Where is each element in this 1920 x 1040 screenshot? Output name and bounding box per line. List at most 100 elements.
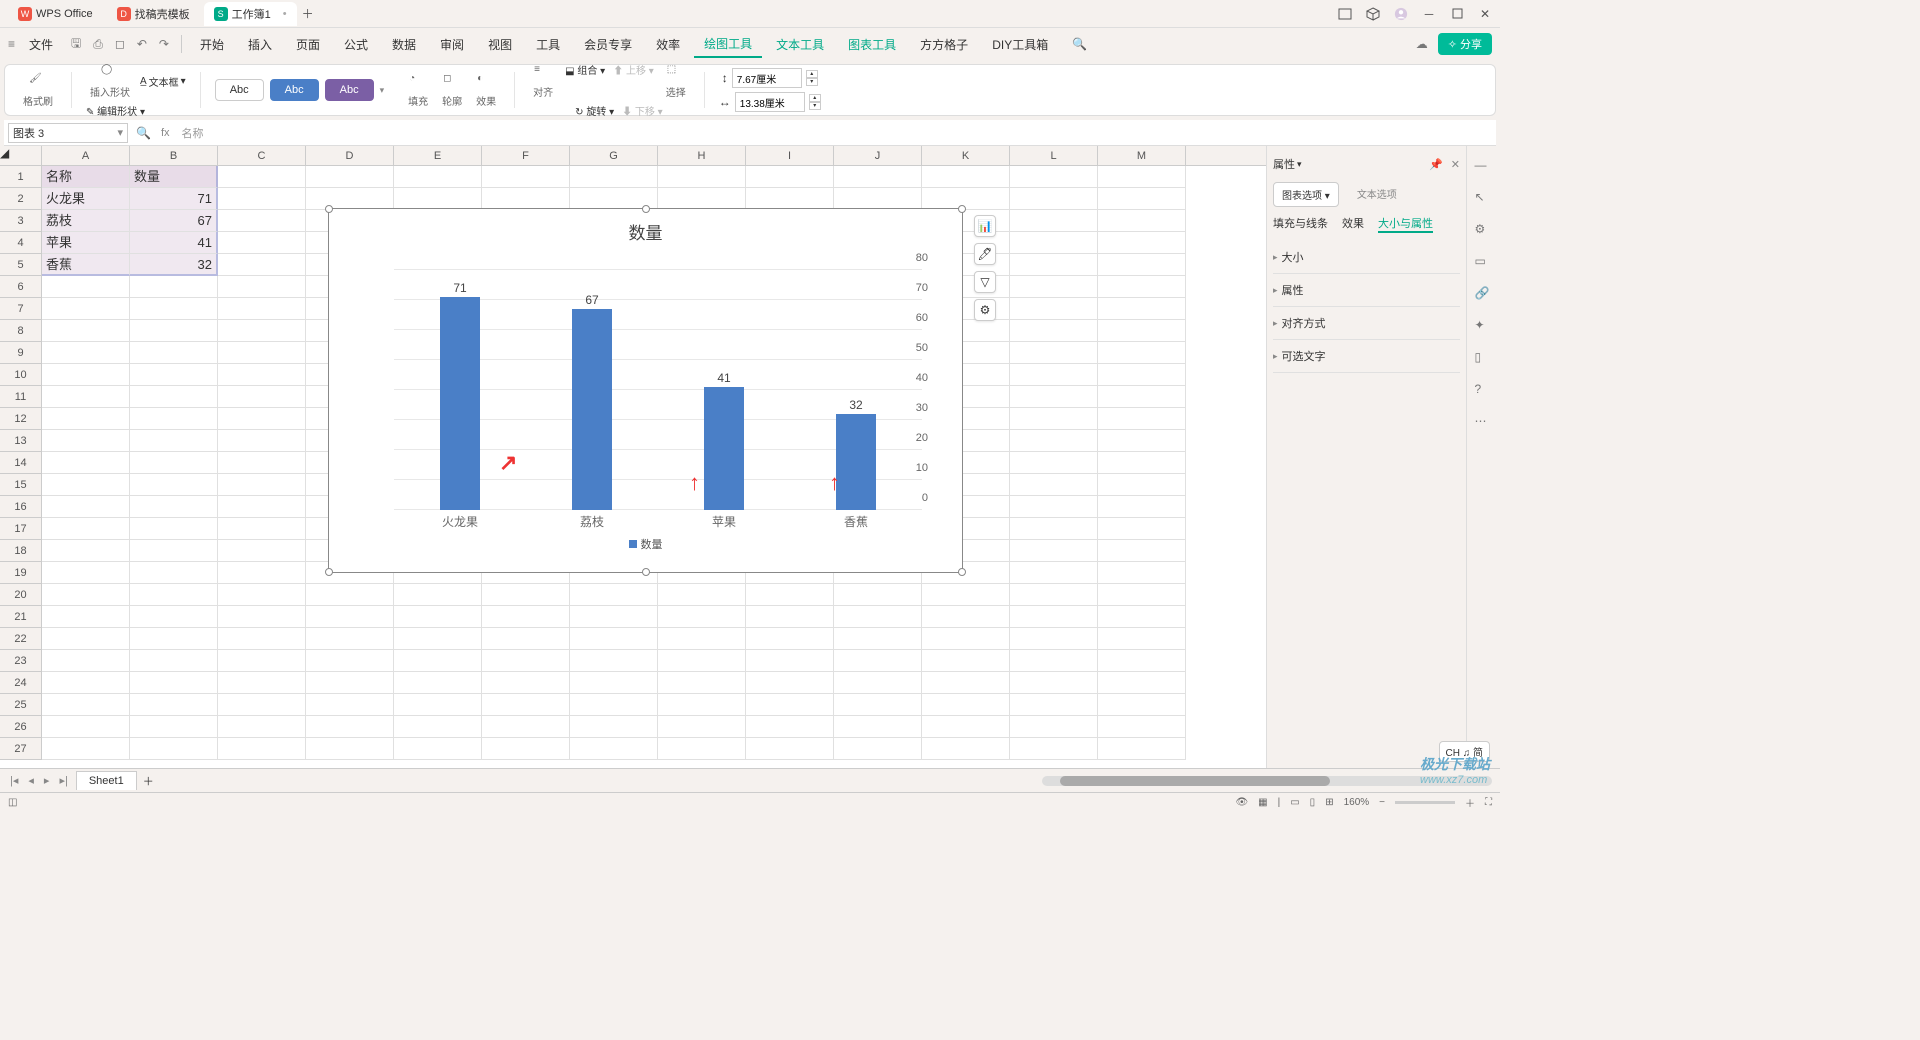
cell[interactable] bbox=[482, 584, 570, 606]
help-icon[interactable]: ? bbox=[1475, 382, 1493, 400]
cell[interactable] bbox=[482, 672, 570, 694]
cell[interactable] bbox=[1098, 320, 1186, 342]
cell[interactable]: 71 bbox=[130, 188, 218, 210]
chart-title[interactable]: 数量 bbox=[329, 209, 962, 250]
cell[interactable]: 火龙果 bbox=[42, 188, 130, 210]
cell[interactable] bbox=[130, 386, 218, 408]
chart-object[interactable]: 数量 0102030405060708071674132火龙果荔枝苹果香蕉↗↑↑… bbox=[328, 208, 963, 573]
spin-down[interactable]: ▾ bbox=[806, 78, 818, 86]
cell[interactable] bbox=[570, 584, 658, 606]
cell[interactable] bbox=[1098, 496, 1186, 518]
grid-icon[interactable]: ▦ bbox=[1258, 797, 1267, 808]
cell[interactable] bbox=[1010, 738, 1098, 760]
cell[interactable] bbox=[394, 606, 482, 628]
cell[interactable] bbox=[658, 716, 746, 738]
cell[interactable] bbox=[922, 166, 1010, 188]
cell[interactable] bbox=[834, 606, 922, 628]
cell[interactable] bbox=[42, 716, 130, 738]
settings-icon[interactable]: ⚙ bbox=[1475, 222, 1493, 240]
cell[interactable] bbox=[42, 584, 130, 606]
cell[interactable] bbox=[42, 694, 130, 716]
cell[interactable] bbox=[1010, 452, 1098, 474]
cell[interactable]: 荔枝 bbox=[42, 210, 130, 232]
cell[interactable] bbox=[1098, 386, 1186, 408]
cell[interactable] bbox=[218, 298, 306, 320]
menu-item[interactable]: 公式 bbox=[334, 32, 378, 57]
menu-file[interactable]: 文件 bbox=[19, 32, 63, 57]
bar-group[interactable]: 41 bbox=[658, 371, 790, 510]
cell[interactable] bbox=[1098, 232, 1186, 254]
name-box[interactable]: 图表 3▾ bbox=[8, 123, 128, 143]
cell[interactable] bbox=[658, 650, 746, 672]
cursor-icon[interactable]: ↖ bbox=[1475, 190, 1493, 208]
cell[interactable] bbox=[922, 672, 1010, 694]
book-icon[interactable]: ▯ bbox=[1475, 350, 1493, 368]
style-preset-2[interactable]: Abc bbox=[270, 79, 319, 101]
cell[interactable] bbox=[570, 166, 658, 188]
style-more-icon[interactable]: ▾ bbox=[380, 85, 385, 96]
eye-icon[interactable]: 👁 bbox=[1235, 797, 1248, 808]
cell[interactable] bbox=[130, 672, 218, 694]
cell[interactable] bbox=[746, 628, 834, 650]
cell[interactable] bbox=[218, 430, 306, 452]
cell[interactable] bbox=[306, 716, 394, 738]
cell[interactable] bbox=[1098, 738, 1186, 760]
menu-item[interactable]: 会员专享 bbox=[574, 32, 642, 57]
cell[interactable] bbox=[394, 716, 482, 738]
menu-drawing-tools[interactable]: 绘图工具 bbox=[694, 31, 762, 58]
cell[interactable] bbox=[1098, 298, 1186, 320]
row-header[interactable]: 1 bbox=[0, 166, 42, 188]
section-props[interactable]: ▸属性 bbox=[1273, 274, 1460, 307]
menu-item[interactable]: 视图 bbox=[478, 32, 522, 57]
chart-style-button[interactable]: 🖊 bbox=[974, 243, 996, 265]
cell[interactable] bbox=[218, 628, 306, 650]
row-header[interactable]: 22 bbox=[0, 628, 42, 650]
cell[interactable] bbox=[306, 672, 394, 694]
cell[interactable] bbox=[42, 342, 130, 364]
cell[interactable] bbox=[1098, 342, 1186, 364]
format-painter-button[interactable]: 🖌格式刷 bbox=[19, 71, 57, 110]
close-button[interactable]: ✕ bbox=[1478, 7, 1492, 21]
cell[interactable] bbox=[130, 320, 218, 342]
section-alttext[interactable]: ▸可选文字 bbox=[1273, 340, 1460, 373]
row-header[interactable]: 10 bbox=[0, 364, 42, 386]
col-header[interactable]: J bbox=[834, 146, 922, 165]
cell[interactable] bbox=[746, 166, 834, 188]
row-header[interactable]: 15 bbox=[0, 474, 42, 496]
sparkle-icon[interactable]: ✦ bbox=[1475, 318, 1493, 336]
cell[interactable] bbox=[1098, 672, 1186, 694]
cell[interactable] bbox=[394, 628, 482, 650]
select-all-corner[interactable]: ◢ bbox=[0, 146, 42, 165]
cell[interactable] bbox=[394, 584, 482, 606]
cell[interactable] bbox=[1010, 320, 1098, 342]
cell[interactable] bbox=[130, 452, 218, 474]
menu-item[interactable]: 数据 bbox=[382, 32, 426, 57]
cell[interactable] bbox=[130, 518, 218, 540]
row-header[interactable]: 11 bbox=[0, 386, 42, 408]
cell[interactable] bbox=[922, 584, 1010, 606]
cell[interactable] bbox=[1010, 496, 1098, 518]
cell[interactable] bbox=[394, 672, 482, 694]
cell[interactable] bbox=[394, 650, 482, 672]
row-header[interactable]: 12 bbox=[0, 408, 42, 430]
cell[interactable] bbox=[130, 628, 218, 650]
align-button[interactable]: ≡对齐 bbox=[529, 62, 557, 101]
cell[interactable] bbox=[1010, 694, 1098, 716]
cell[interactable] bbox=[1098, 584, 1186, 606]
col-header[interactable]: L bbox=[1010, 146, 1098, 165]
cell[interactable] bbox=[42, 606, 130, 628]
chart-filter-button[interactable]: ▽ bbox=[974, 271, 996, 293]
cell[interactable] bbox=[394, 188, 482, 210]
row-header[interactable]: 18 bbox=[0, 540, 42, 562]
save-icon[interactable]: 🖫 bbox=[67, 34, 85, 55]
cell[interactable] bbox=[1010, 606, 1098, 628]
row-header[interactable]: 7 bbox=[0, 298, 42, 320]
row-header[interactable]: 17 bbox=[0, 518, 42, 540]
view-normal-icon[interactable]: ▭ bbox=[1290, 797, 1299, 808]
menu-item[interactable]: 开始 bbox=[190, 32, 234, 57]
zoom-label[interactable]: 160% bbox=[1344, 797, 1370, 808]
group-button[interactable]: ⬓ 组合 ▾ bbox=[565, 62, 605, 101]
layers-icon[interactable]: ▭ bbox=[1475, 254, 1493, 272]
cell[interactable] bbox=[130, 408, 218, 430]
maximize-button[interactable] bbox=[1450, 7, 1464, 21]
